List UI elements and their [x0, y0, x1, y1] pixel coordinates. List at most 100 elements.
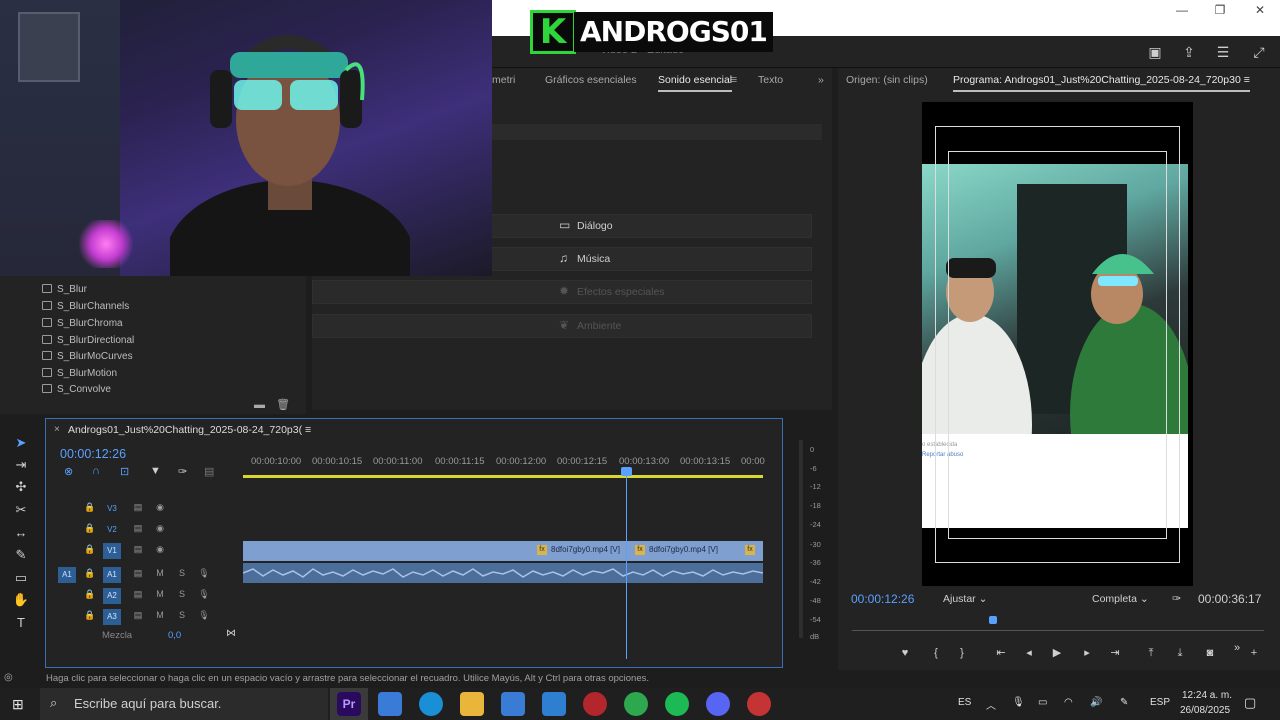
input-language[interactable]: ESP	[1150, 697, 1170, 708]
go-to-in-icon[interactable]: ⇤	[992, 645, 1010, 661]
lock-icon[interactable]: 🔒	[84, 589, 96, 600]
effect-item[interactable]: S_BlurMotion	[42, 368, 117, 379]
hand-icon[interactable]: ✋	[12, 591, 30, 609]
copilot-app[interactable]	[378, 692, 402, 716]
track-label[interactable]: A1	[103, 567, 121, 583]
battery-icon[interactable]: ▭	[1038, 697, 1047, 708]
step-forward-icon[interactable]: ▸	[1078, 645, 1096, 661]
microphone-icon[interactable]: 🎙	[1012, 697, 1025, 708]
sync-lock-icon[interactable]: ▤	[132, 610, 144, 621]
settings-wrench-icon[interactable]: ✑	[178, 465, 187, 478]
linked-selection-icon[interactable]: ⊡	[120, 465, 129, 478]
solo-button[interactable]: S	[176, 568, 188, 578]
ripple-edit-icon[interactable]: ✣	[12, 478, 30, 496]
windows-start-icon[interactable]: ⊞	[12, 696, 24, 713]
close-sequence-icon[interactable]: ×	[54, 424, 60, 435]
program-timecode[interactable]: 00:00:12:26	[851, 592, 914, 606]
type-icon[interactable]: T	[12, 614, 30, 632]
mute-button[interactable]: M	[154, 568, 166, 578]
edge-app[interactable]	[419, 692, 443, 716]
rectangle-icon[interactable]: ▭	[12, 569, 30, 587]
source-patch[interactable]: A1	[58, 567, 76, 583]
effect-item[interactable]: S_BlurDirectional	[42, 335, 134, 346]
mix-value[interactable]: 0,0	[168, 630, 181, 641]
obs-app[interactable]	[583, 692, 607, 716]
trash-icon[interactable]: 🗑	[276, 399, 290, 411]
store-app[interactable]	[501, 692, 525, 716]
resolution-select[interactable]: Completa ⌄	[1092, 593, 1149, 605]
track-select-icon[interactable]: ⇥	[12, 456, 30, 474]
sync-lock-icon[interactable]: ▤	[132, 502, 144, 513]
file-explorer-app[interactable]	[460, 692, 484, 716]
sync-lock-icon[interactable]: ▤	[132, 589, 144, 600]
taskbar-search[interactable]: ⌕ Escribe aquí para buscar.	[40, 688, 328, 720]
notifications-icon[interactable]: ▢	[1244, 695, 1256, 711]
tab-menu-icon[interactable]: ≡	[731, 74, 737, 86]
fullscreen-icon[interactable]: ⤢	[1250, 44, 1268, 60]
tab-graficos-esenciales[interactable]: Gráficos esenciales	[545, 74, 637, 86]
share-icon[interactable]: ▣	[1146, 44, 1164, 60]
mail-app[interactable]	[542, 692, 566, 716]
mute-button[interactable]: M	[154, 610, 166, 620]
export-frame-icon[interactable]: ◙	[1201, 645, 1219, 661]
zoom-select[interactable]: Ajustar ⌄	[943, 593, 987, 605]
more-icon[interactable]: »	[1228, 640, 1246, 656]
clock-date[interactable]: 26/08/2025	[1180, 705, 1230, 716]
spotify-app[interactable]	[665, 692, 689, 716]
program-scrubber[interactable]	[852, 630, 1264, 631]
tab-program[interactable]: Programa: Androgs01_Just%20Chatting_2025…	[953, 74, 1250, 92]
settings-wrench-icon[interactable]: ✑	[1172, 592, 1181, 605]
wifi-icon[interactable]: ◠	[1064, 697, 1073, 708]
extract-icon[interactable]: ⤓	[1171, 645, 1189, 661]
lock-icon[interactable]: 🔒	[84, 502, 96, 513]
marker-icon[interactable]: ♥	[896, 645, 914, 661]
track-label[interactable]: V3	[103, 501, 121, 517]
track-label[interactable]: V2	[103, 522, 121, 538]
mute-button[interactable]: M	[154, 589, 166, 599]
mix-end-icon[interactable]: ⋈	[226, 628, 236, 639]
sync-lock-icon[interactable]: ▤	[132, 568, 144, 579]
solo-button[interactable]: S	[176, 589, 188, 599]
solo-button[interactable]: S	[176, 610, 188, 620]
captions-icon[interactable]: ▤	[204, 465, 214, 478]
effect-item[interactable]: S_BlurChroma	[42, 318, 123, 329]
sync-lock-icon[interactable]: ▤	[132, 523, 144, 534]
lift-icon[interactable]: ⤒	[1142, 645, 1160, 661]
razor-icon[interactable]: ✂	[12, 501, 30, 519]
chevron-up-icon[interactable]: ︿	[986, 697, 996, 712]
eye-icon[interactable]: ◉	[154, 502, 166, 513]
lock-icon[interactable]: 🔒	[84, 544, 96, 555]
lock-icon[interactable]: 🔒	[84, 568, 96, 579]
volume-icon[interactable]: 🔊	[1090, 697, 1102, 708]
input-language-top[interactable]: ES	[958, 697, 971, 708]
clock-time[interactable]: 12:24 a. m.	[1182, 690, 1232, 701]
new-bin-icon[interactable]: ▬	[254, 399, 265, 411]
program-viewer[interactable]: o establecida Reportar abuso	[922, 102, 1193, 586]
play-icon[interactable]: ▶	[1048, 645, 1066, 661]
effect-item[interactable]: S_Blur	[42, 284, 87, 295]
menu-icon[interactable]: ☰	[1214, 44, 1232, 60]
tab-sonido-esencial[interactable]: Sonido esencial	[658, 74, 733, 92]
microphone-icon[interactable]: 🎙	[198, 568, 210, 579]
selection-tool-icon[interactable]: ➤	[12, 434, 30, 452]
lock-icon[interactable]: 🔒	[84, 610, 96, 621]
close-icon[interactable]: ✕	[1240, 0, 1280, 20]
other-app[interactable]	[747, 692, 771, 716]
audio-clip[interactable]	[243, 563, 763, 583]
microphone-icon[interactable]: 🎙	[198, 610, 210, 621]
in-point-icon[interactable]: {	[927, 645, 945, 661]
lock-icon[interactable]: 🔒	[84, 523, 96, 534]
discord-app[interactable]	[706, 692, 730, 716]
track-label[interactable]: A3	[103, 609, 121, 625]
tab-texto[interactable]: Texto	[758, 74, 783, 86]
add-icon[interactable]: +	[1245, 645, 1263, 661]
playhead[interactable]	[626, 467, 627, 659]
nest-icon[interactable]: ⊗	[64, 465, 73, 478]
pen-icon[interactable]: ✎	[1120, 697, 1128, 708]
effect-item[interactable]: S_BlurMoCurves	[42, 351, 133, 362]
tab-lumetri[interactable]: metri	[492, 74, 515, 86]
effect-item[interactable]: S_Convolve	[42, 384, 111, 395]
go-to-out-icon[interactable]: ⇥	[1106, 645, 1124, 661]
minimize-icon[interactable]: —	[1162, 0, 1202, 20]
timeline-timecode[interactable]: 00:00:12:26	[60, 447, 126, 461]
